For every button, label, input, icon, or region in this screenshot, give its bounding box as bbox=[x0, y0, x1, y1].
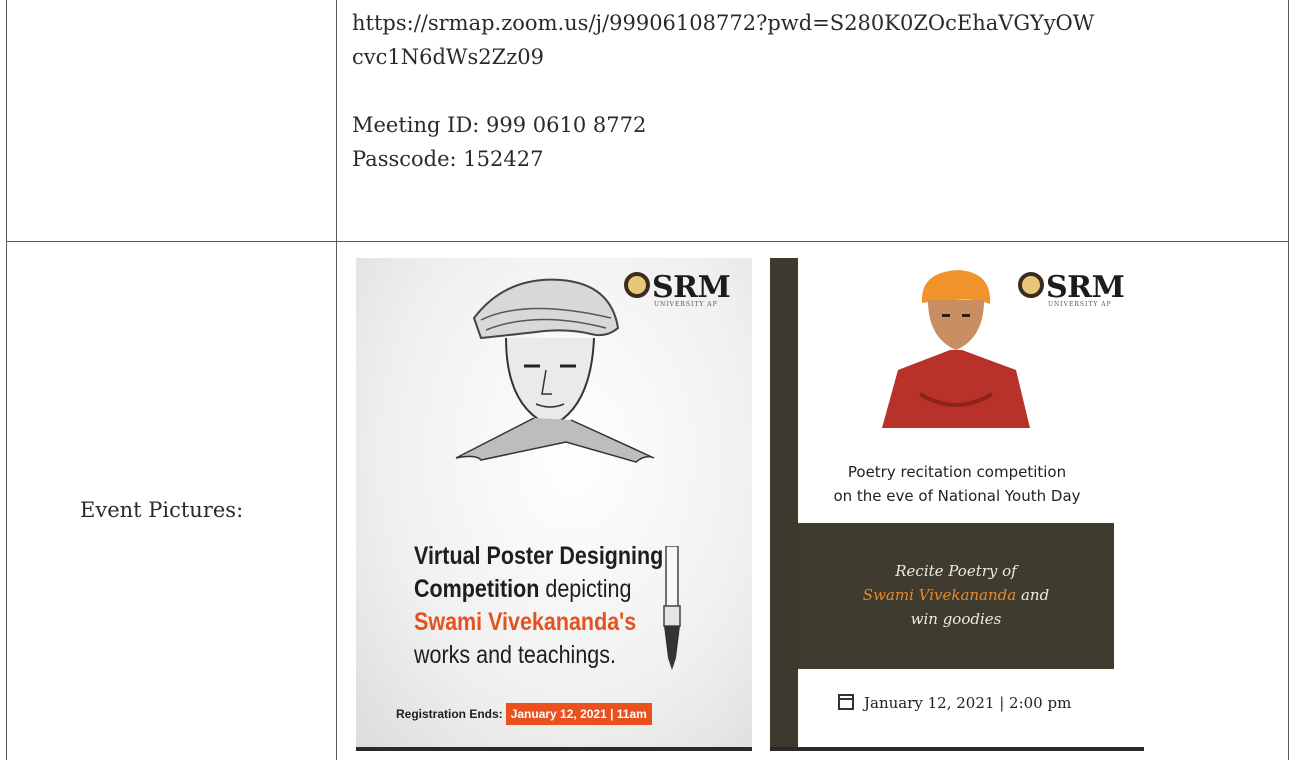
poster2-callout-box: Recite Poetry of Swami Vivekananda and w… bbox=[798, 523, 1114, 669]
fountain-pen-icon bbox=[663, 546, 681, 670]
table-border-right bbox=[1288, 0, 1289, 760]
meeting-details: https://srmap.zoom.us/j/99906108772?pwd=… bbox=[352, 6, 1272, 176]
calendar-icon bbox=[838, 694, 854, 710]
table-row-divider bbox=[6, 241, 1289, 242]
meeting-url-line2[interactable]: cvc1N6dWs2Zz09 bbox=[352, 40, 1272, 74]
meeting-url-line1[interactable]: https://srmap.zoom.us/j/99906108772?pwd=… bbox=[352, 6, 1272, 40]
registration-deadline: Registration Ends: January 12, 2021 | 11a… bbox=[396, 703, 652, 725]
meeting-id: Meeting ID: 999 0610 8772 bbox=[352, 113, 647, 137]
vivekananda-sketch-illustration bbox=[455, 278, 655, 463]
vivekananda-portrait-illustration bbox=[882, 270, 1030, 428]
poster1-title: Virtual Poster Designing Competition dep… bbox=[414, 542, 664, 669]
table-column-divider bbox=[336, 0, 337, 760]
event-pictures-label: Event Pictures: bbox=[80, 498, 244, 522]
passcode: Passcode: 152427 bbox=[352, 147, 544, 171]
poster-poetry-recitation: SRM UNIVERSITY AP Poetry recitation comp… bbox=[770, 258, 1144, 751]
poster2-date: January 12, 2021 | 2:00 pm bbox=[838, 694, 1071, 712]
registration-date-badge: January 12, 2021 | 11am bbox=[505, 703, 652, 725]
table-border-left bbox=[6, 0, 7, 760]
poster-virtual-poster-competition: SRM UNIVERSITY AP Virtual Poster Designi… bbox=[356, 258, 752, 751]
poster2-title: Poetry recitation competition on the eve… bbox=[833, 463, 1081, 505]
